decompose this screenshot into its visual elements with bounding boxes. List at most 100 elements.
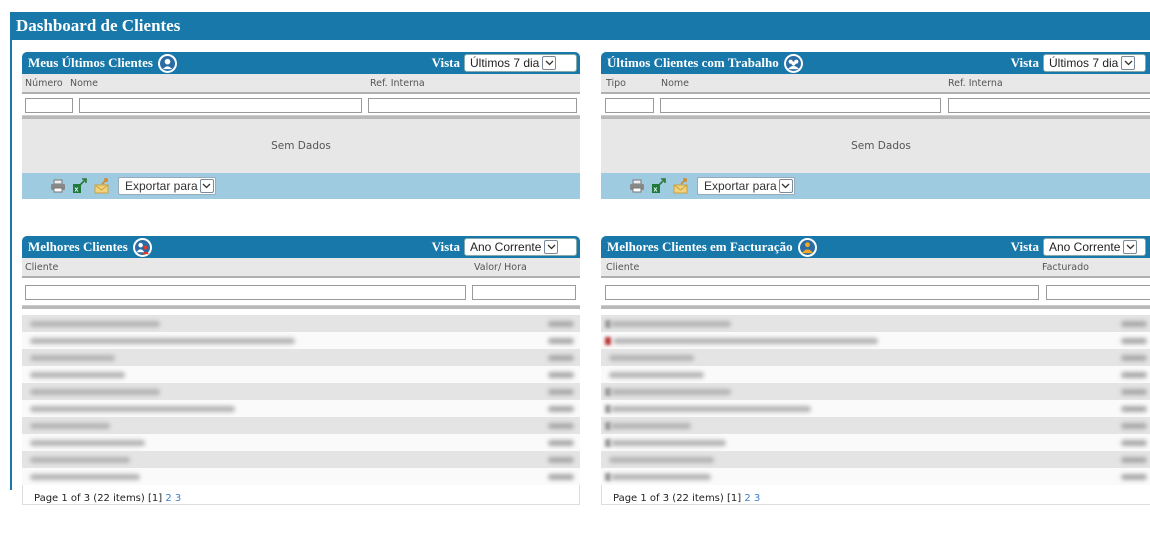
column-numero[interactable]: Número — [25, 78, 63, 89]
table-row[interactable] — [601, 315, 1150, 332]
panel-title: Últimos Clientes com Trabalho — [607, 55, 779, 70]
table-row[interactable] — [601, 451, 1150, 468]
no-data-message: Sem Dados — [601, 119, 1150, 173]
pager: Page 1 of 3 (22 items) [1] 2 3 — [601, 485, 1150, 505]
filter-facturado-input[interactable] — [1046, 285, 1150, 300]
panel-title: Meus Últimos Clientes — [28, 55, 153, 70]
vista-select[interactable]: Ano Corrente — [464, 238, 577, 256]
excel-export-icon[interactable]: x — [72, 178, 88, 194]
table-row[interactable] — [601, 383, 1150, 400]
table-row[interactable] — [601, 332, 1150, 349]
filter-cliente-input[interactable] — [25, 285, 466, 300]
filter-row — [601, 278, 1150, 306]
panel-header: Últimos Clientes com Trabalho Vista Últi… — [601, 52, 1150, 74]
chevron-down-icon[interactable] — [199, 179, 214, 193]
panel-title: Melhores Clientes em Facturação — [607, 239, 793, 254]
table-row[interactable] — [22, 332, 580, 349]
filter-nome-input[interactable] — [660, 98, 941, 113]
column-header: Cliente Valor/ Hora — [22, 258, 580, 278]
pager-link-page-3[interactable]: 3 — [175, 493, 181, 504]
filter-ref-input[interactable] — [948, 98, 1150, 113]
filter-ref-input[interactable] — [368, 98, 577, 113]
chevron-down-icon[interactable] — [778, 179, 793, 193]
column-cliente[interactable]: Cliente — [606, 262, 639, 273]
dashboard-title: Dashboard de Clientes — [10, 12, 1150, 40]
chevron-down-icon[interactable] — [542, 56, 557, 70]
filter-tipo-input[interactable] — [605, 98, 654, 113]
email-export-icon[interactable] — [673, 178, 689, 194]
table-row[interactable] — [22, 417, 580, 434]
table-row[interactable] — [22, 315, 580, 332]
export-select-value: Exportar para — [125, 179, 198, 193]
no-data-message: Sem Dados — [22, 119, 580, 173]
print-icon[interactable] — [629, 178, 645, 194]
group-icon — [783, 53, 803, 73]
column-cliente[interactable]: Cliente — [25, 262, 58, 273]
vista-label: Vista — [1010, 239, 1039, 254]
filter-row — [22, 278, 580, 306]
chevron-down-icon[interactable] — [1121, 56, 1136, 70]
people-orange-icon — [797, 237, 817, 257]
vista-select[interactable]: Últimos 7 dia — [1043, 54, 1146, 72]
table-row[interactable] — [22, 468, 580, 485]
column-valor-hora[interactable]: Valor/ Hora — [474, 262, 527, 273]
table-row[interactable] — [601, 349, 1150, 366]
table-row[interactable] — [601, 417, 1150, 434]
pager-link-page-3[interactable]: 3 — [754, 493, 760, 504]
client-rows — [601, 309, 1150, 485]
pager-summary: Page 1 of 3 (22 items) — [613, 493, 724, 504]
pager-link-page-2[interactable]: 2 — [165, 493, 171, 504]
panel-best-clients: Melhores Clientes Vista Ano Corrente Cli… — [22, 236, 580, 505]
client-rows — [22, 309, 580, 485]
table-row[interactable] — [22, 349, 580, 366]
svg-text:x: x — [654, 187, 658, 194]
panel-header: Melhores Clientes em Facturação Vista An… — [601, 236, 1150, 258]
pager-current-page: [1] — [147, 493, 163, 504]
table-row[interactable] — [601, 468, 1150, 485]
filter-numero-input[interactable] — [25, 98, 73, 113]
vista-select[interactable]: Ano Corrente — [1043, 238, 1146, 256]
column-nome[interactable]: Nome — [70, 78, 98, 89]
filter-cliente-input[interactable] — [605, 285, 1039, 300]
table-row[interactable] — [22, 383, 580, 400]
panel-my-recent-clients: Meus Últimos Clientes Vista Últimos 7 di… — [22, 52, 580, 199]
chevron-down-icon[interactable] — [544, 240, 559, 254]
column-header: Tipo Nome Ref. Interna — [601, 74, 1150, 94]
column-ref-interna[interactable]: Ref. Interna — [948, 78, 1003, 89]
table-row[interactable] — [601, 366, 1150, 383]
filter-valor-input[interactable] — [472, 285, 576, 300]
table-row[interactable] — [22, 434, 580, 451]
vista-label: Vista — [431, 239, 460, 254]
vista-label: Vista — [1010, 55, 1039, 70]
export-toolbar: x Exportar para — [601, 173, 1150, 199]
column-ref-interna[interactable]: Ref. Interna — [370, 78, 425, 89]
table-row[interactable] — [22, 451, 580, 468]
email-export-icon[interactable] — [94, 178, 110, 194]
people-red-icon — [132, 237, 152, 257]
filter-row — [601, 94, 1150, 116]
panel-header: Melhores Clientes Vista Ano Corrente — [22, 236, 580, 258]
export-select[interactable]: Exportar para — [118, 177, 216, 195]
vista-select-value: Últimos 7 dia — [1049, 56, 1119, 70]
table-row[interactable] — [601, 434, 1150, 451]
filter-row — [22, 94, 580, 116]
chevron-down-icon[interactable] — [1123, 240, 1138, 254]
vista-select-value: Ano Corrente — [1049, 240, 1121, 254]
column-facturado[interactable]: Facturado — [1042, 262, 1089, 273]
table-row[interactable] — [601, 400, 1150, 417]
panel-header: Meus Últimos Clientes Vista Últimos 7 di… — [22, 52, 580, 74]
filter-nome-input[interactable] — [79, 98, 362, 113]
vista-select[interactable]: Últimos 7 dia — [464, 54, 577, 72]
export-select[interactable]: Exportar para — [697, 177, 795, 195]
table-row[interactable] — [22, 366, 580, 383]
table-row[interactable] — [22, 400, 580, 417]
print-icon[interactable] — [50, 178, 66, 194]
column-nome[interactable]: Nome — [661, 78, 689, 89]
export-toolbar: x Exportar para — [22, 173, 580, 199]
column-tipo[interactable]: Tipo — [606, 78, 626, 89]
page: Dashboard de Clientes Meus Últimos Clien… — [0, 0, 1150, 538]
vista-select-value: Ano Corrente — [470, 240, 542, 254]
pager-link-page-2[interactable]: 2 — [744, 493, 750, 504]
excel-export-icon[interactable]: x — [651, 178, 667, 194]
person-icon — [157, 53, 177, 73]
